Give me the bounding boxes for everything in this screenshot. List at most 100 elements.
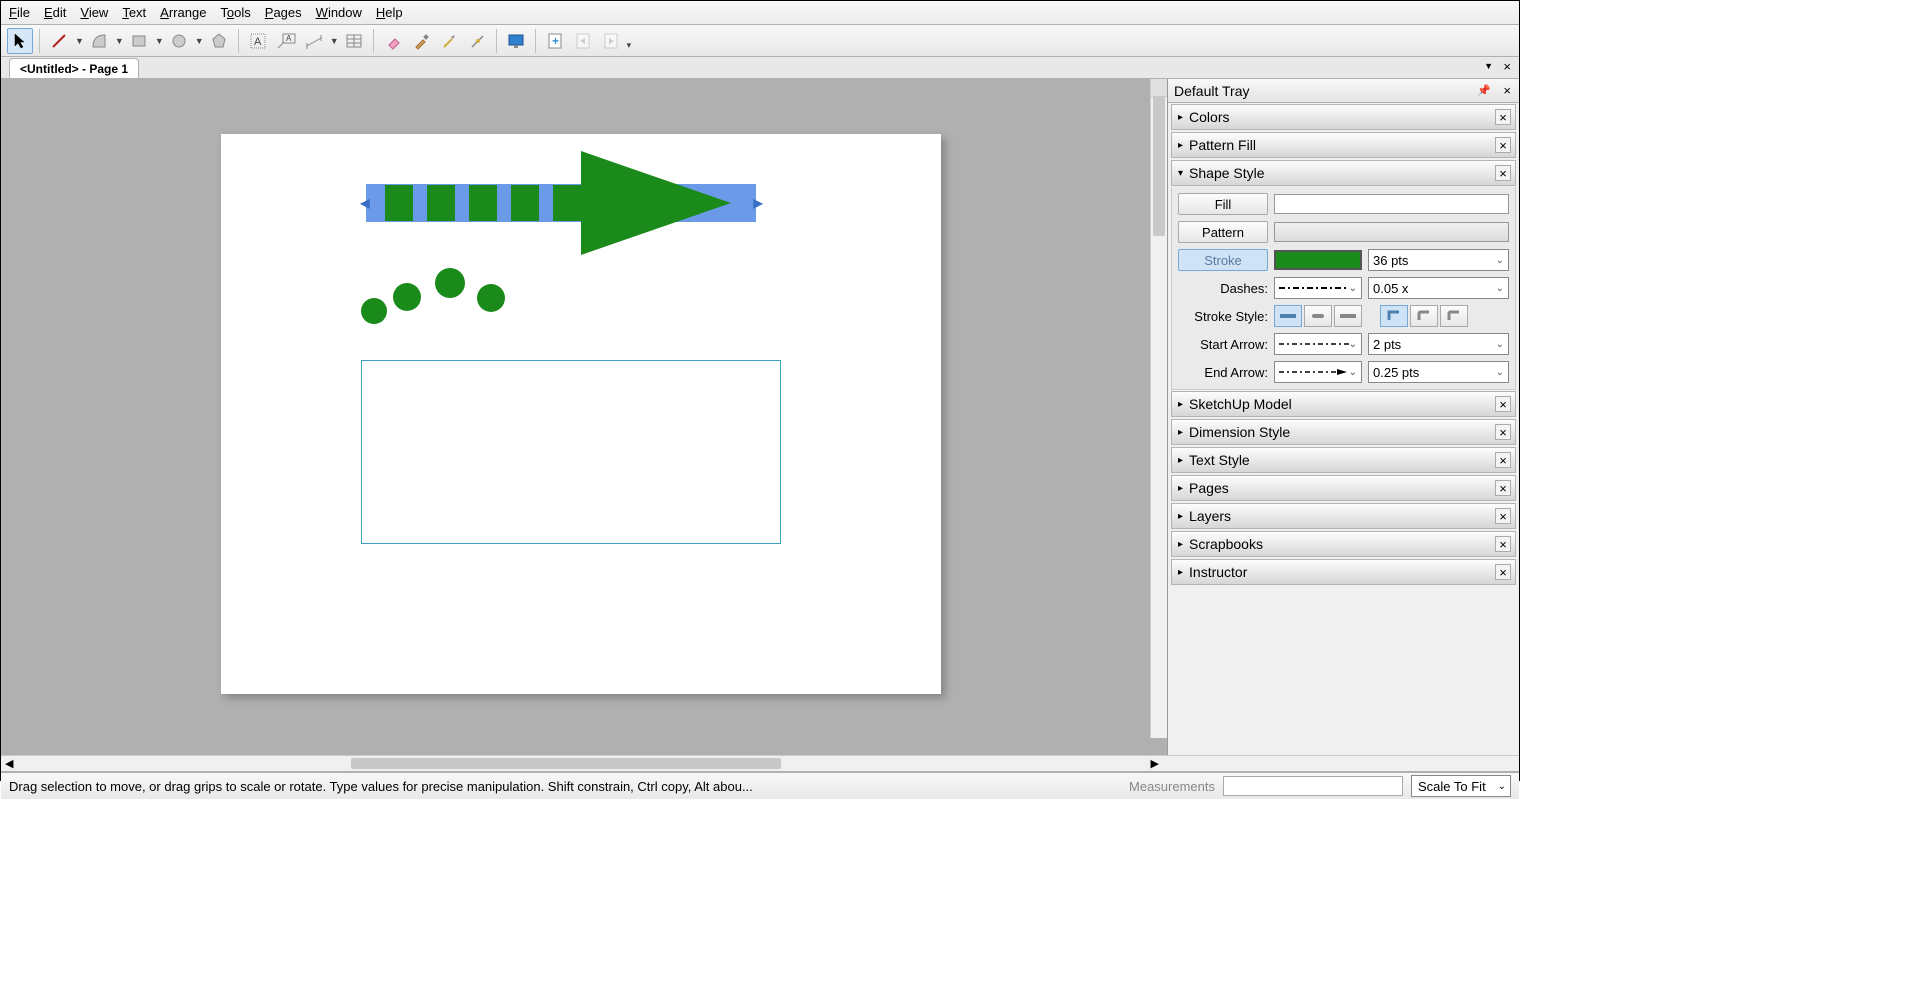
dashes-pattern-dropdown[interactable]: ⌄ [1274, 277, 1362, 299]
dimension-tool[interactable] [301, 28, 327, 54]
panel-dimension-close[interactable]: × [1495, 424, 1511, 440]
menu-pages[interactable]: Pages [265, 5, 302, 20]
stroke-size-dropdown[interactable]: 36 pts⌄ [1368, 249, 1509, 271]
prev-page-tool[interactable] [570, 28, 596, 54]
circle-tool[interactable] [166, 28, 192, 54]
tab-close-button[interactable]: × [1503, 59, 1511, 74]
stroke-color-swatch[interactable] [1274, 250, 1362, 270]
measurements-label: Measurements [1129, 779, 1215, 794]
tray-close-button[interactable]: × [1503, 83, 1511, 98]
menu-file[interactable]: File [9, 5, 30, 20]
label-tool[interactable]: A [273, 28, 299, 54]
panel-layers-close[interactable]: × [1495, 508, 1511, 524]
circle-icon [170, 32, 188, 50]
tray-pin-icon[interactable]: 📌 [1477, 84, 1491, 97]
dimension-tool-dropdown[interactable]: ▼ [330, 36, 339, 46]
panel-instructor-close[interactable]: × [1495, 564, 1511, 580]
line-tool-dropdown[interactable]: ▼ [75, 36, 84, 46]
split-icon [440, 32, 458, 50]
panel-sketchup-model[interactable]: ▸SketchUp Model× [1171, 391, 1516, 417]
style-tool[interactable] [408, 28, 434, 54]
dimension-icon [304, 32, 324, 50]
join-tool[interactable] [464, 28, 490, 54]
fill-button[interactable]: Fill [1178, 193, 1268, 215]
measurements-input[interactable] [1223, 776, 1403, 796]
cap-flat-button[interactable] [1274, 305, 1302, 327]
selection-handle-left[interactable]: ◀ [360, 197, 370, 209]
end-arrow-dropdown[interactable]: ⌄ [1274, 361, 1362, 383]
arrow-shape[interactable] [371, 146, 791, 266]
menu-arrange[interactable]: Arrange [160, 5, 206, 20]
next-page-icon [602, 32, 620, 50]
panel-pattern-fill[interactable]: ▸Pattern Fill× [1171, 132, 1516, 158]
cap-square-button[interactable] [1334, 305, 1362, 327]
fill-swatch[interactable] [1274, 194, 1509, 214]
horizontal-scrollbar[interactable]: ◀ ▶ [1, 755, 1519, 772]
select-tool[interactable] [7, 28, 33, 54]
next-page-tool[interactable] [598, 28, 624, 54]
panel-scrapbooks[interactable]: ▸Scrapbooks× [1171, 531, 1516, 557]
tab-list-dropdown[interactable]: ▼ [1484, 61, 1493, 71]
scroll-left-button[interactable]: ◀ [5, 757, 13, 770]
dot-shape-4[interactable] [477, 284, 505, 312]
join-miter-button[interactable] [1380, 305, 1408, 327]
menu-text[interactable]: Text [122, 5, 146, 20]
menu-window[interactable]: Window [316, 5, 362, 20]
dot-shape-1[interactable] [361, 298, 387, 324]
cap-round-button[interactable] [1304, 305, 1332, 327]
polygon-tool[interactable] [206, 28, 232, 54]
join-bevel-button[interactable] [1440, 305, 1468, 327]
scroll-thumb[interactable] [351, 758, 781, 769]
panel-scrapbooks-close[interactable]: × [1495, 536, 1511, 552]
eraser-tool[interactable] [380, 28, 406, 54]
start-arrow-size-dropdown[interactable]: 2 pts⌄ [1368, 333, 1509, 355]
rectangle-shape[interactable] [361, 360, 781, 544]
dot-shape-2[interactable] [393, 283, 421, 311]
menu-tools[interactable]: Tools [220, 5, 250, 20]
pattern-button[interactable]: Pattern [1178, 221, 1268, 243]
text-tool[interactable]: A [245, 28, 271, 54]
line-tool[interactable] [46, 28, 72, 54]
pattern-swatch[interactable] [1274, 222, 1509, 242]
document-tabs: <Untitled> - Page 1 ▼ × [1, 57, 1519, 79]
panel-text-style[interactable]: ▸Text Style× [1171, 447, 1516, 473]
join-round-button[interactable] [1410, 305, 1438, 327]
page-tool-dropdown[interactable]: ▾ [627, 40, 632, 51]
dot-shape-3[interactable] [435, 268, 465, 298]
split-tool[interactable] [436, 28, 462, 54]
arc-tool-dropdown[interactable]: ▼ [115, 36, 124, 46]
tray-title-bar[interactable]: Default Tray 📌 × [1168, 79, 1519, 103]
arc-tool[interactable] [86, 28, 112, 54]
panel-layers[interactable]: ▸Layers× [1171, 503, 1516, 529]
start-arrow-dropdown[interactable]: ⌄ [1274, 333, 1362, 355]
panel-text-style-close[interactable]: × [1495, 452, 1511, 468]
zoom-dropdown[interactable]: Scale To Fit⌄ [1411, 775, 1511, 797]
menu-help[interactable]: Help [376, 5, 403, 20]
end-arrow-size-dropdown[interactable]: 0.25 pts⌄ [1368, 361, 1509, 383]
panel-shape-style-close[interactable]: × [1495, 165, 1511, 181]
circle-tool-dropdown[interactable]: ▼ [195, 36, 204, 46]
page[interactable]: ◀ ▶ + [221, 134, 941, 694]
menu-view[interactable]: View [80, 5, 108, 20]
panel-colors[interactable]: ▸Colors× [1171, 104, 1516, 130]
menu-edit[interactable]: Edit [44, 5, 66, 20]
add-page-tool[interactable]: + [542, 28, 568, 54]
dashes-scale-dropdown[interactable]: 0.05 x⌄ [1368, 277, 1509, 299]
panel-pattern-fill-close[interactable]: × [1495, 137, 1511, 153]
present-tool[interactable] [503, 28, 529, 54]
rect-tool-dropdown[interactable]: ▼ [155, 36, 164, 46]
document-tab[interactable]: <Untitled> - Page 1 [9, 58, 139, 78]
panel-pages[interactable]: ▸Pages× [1171, 475, 1516, 501]
panel-sketchup-close[interactable]: × [1495, 396, 1511, 412]
canvas[interactable]: ◀ ▶ + [1, 79, 1167, 755]
panel-dimension-style[interactable]: ▸Dimension Style× [1171, 419, 1516, 445]
stroke-button[interactable]: Stroke [1178, 249, 1268, 271]
vertical-scrollbar[interactable] [1150, 79, 1167, 738]
panel-instructor[interactable]: ▸Instructor× [1171, 559, 1516, 585]
table-tool[interactable] [341, 28, 367, 54]
panel-colors-close[interactable]: × [1495, 109, 1511, 125]
panel-pages-close[interactable]: × [1495, 480, 1511, 496]
rect-tool[interactable] [126, 28, 152, 54]
scroll-right-button[interactable]: ▶ [1151, 757, 1159, 770]
panel-shape-style[interactable]: ▾Shape Style× [1171, 160, 1516, 186]
